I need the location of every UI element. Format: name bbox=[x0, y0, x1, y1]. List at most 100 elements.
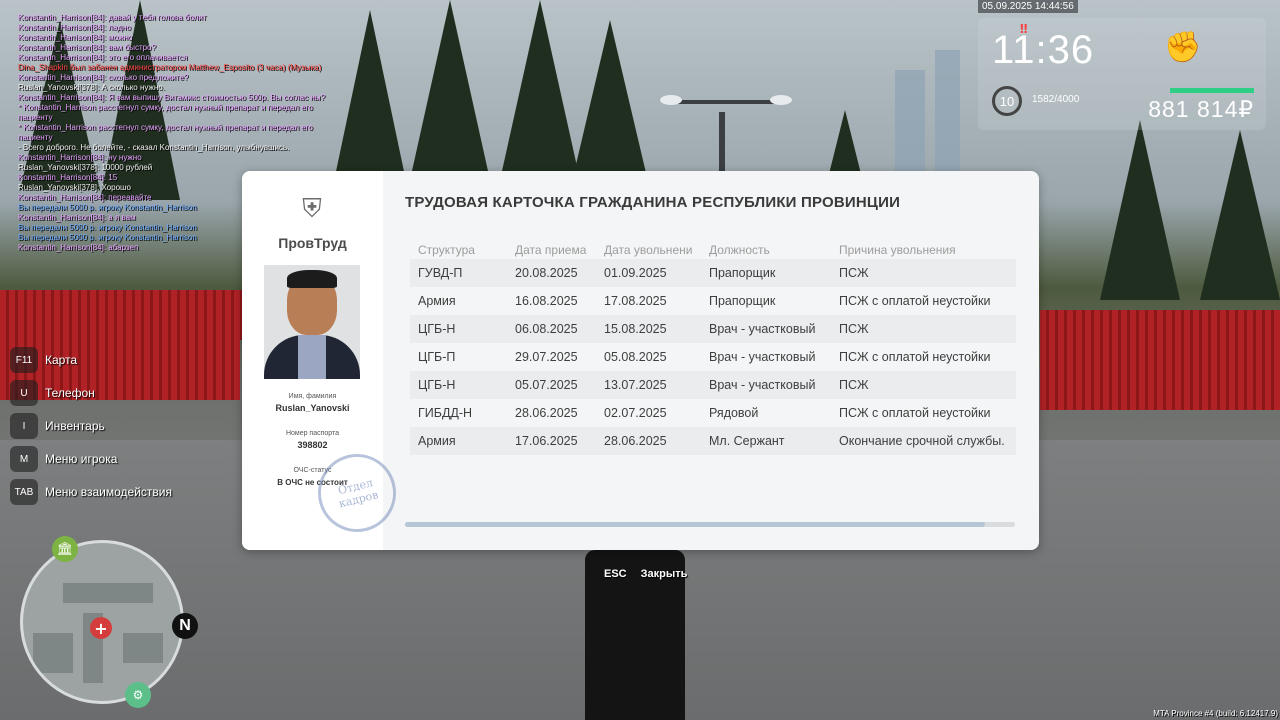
lamp-light bbox=[770, 95, 792, 105]
table-cell: ПСЖ bbox=[839, 266, 869, 280]
table-cell: 20.08.2025 bbox=[515, 266, 578, 280]
hospital-icon: + bbox=[90, 617, 112, 639]
lamp-light bbox=[660, 95, 682, 105]
passport-number: 398802 bbox=[297, 440, 328, 450]
table-cell: ПСЖ bbox=[839, 378, 869, 392]
table-cell: 15.08.2025 bbox=[604, 322, 667, 336]
chat-line: Dina_Shapkin был забанен администратором… bbox=[18, 63, 322, 72]
table-cell: 02.07.2025 bbox=[604, 406, 667, 420]
table-row: Армия 16.08.2025 17.08.2025 Прапорщик ПСЖ с … bbox=[410, 287, 1016, 315]
table-cell: Врач - участковый bbox=[709, 378, 816, 392]
table-cell: Прапорщик bbox=[709, 266, 776, 280]
table-cell: 29.07.2025 bbox=[515, 350, 578, 364]
table-cell: 17.08.2025 bbox=[604, 294, 667, 308]
table-cell: Врач - участковый bbox=[709, 350, 816, 364]
table-cell: Врач - участковый bbox=[709, 322, 816, 336]
emblem-icon: ⛨ bbox=[302, 194, 322, 224]
brand-name: ПровТруд bbox=[278, 235, 347, 251]
keybind-m[interactable]: M Меню игрока bbox=[10, 446, 172, 472]
table-cell: Прапорщик bbox=[709, 294, 776, 308]
chat-line: Konstantin_Harrison[84]: вам быстро? bbox=[18, 43, 156, 52]
column-header: Причина увольнения bbox=[839, 243, 956, 257]
table-cell: Армия bbox=[418, 294, 456, 308]
table-cell: ПСЖ bbox=[839, 322, 869, 336]
table-cell: ЦГБ-Н bbox=[418, 322, 456, 336]
datetime: 05.09.2025 14:44:56 bbox=[978, 0, 1078, 13]
chat-line: Konstantin_Harrison[84]: можно bbox=[18, 33, 133, 42]
table-cell: Армия bbox=[418, 434, 456, 448]
table-cell: 01.09.2025 bbox=[604, 266, 667, 280]
table-cell: ПСЖ с оплатой неустойки bbox=[839, 406, 991, 420]
close-label: Закрыть bbox=[640, 568, 688, 580]
keybind-label: Меню взаимодействия bbox=[45, 485, 172, 499]
table-cell: 17.06.2025 bbox=[515, 434, 578, 448]
keybind-u[interactable]: U Телефон bbox=[10, 380, 172, 406]
map-road bbox=[63, 583, 153, 603]
photo-shirt bbox=[298, 335, 326, 379]
keybind-label: Инвентарь bbox=[45, 419, 105, 433]
health-bar bbox=[1170, 88, 1254, 93]
keybind-label: Карта bbox=[45, 353, 78, 367]
clock: 11:36 bbox=[992, 28, 1095, 72]
table-cell: Рядовой bbox=[709, 406, 759, 420]
employment-table: Структура Дата приема Дата увольнени Дол… bbox=[410, 243, 1016, 455]
table-row: ГУВД-П 20.08.2025 01.09.2025 Прапорщик ПСЖ bbox=[410, 259, 1016, 287]
table-row: ЦГБ-Н 06.08.2025 15.08.2025 Врач - участков… bbox=[410, 315, 1016, 343]
keybind-label: Телефон bbox=[45, 386, 95, 400]
column-header: Дата приема bbox=[515, 243, 587, 257]
table-cell: ЦГБ-Н bbox=[418, 378, 456, 392]
column-header: Дата увольнени bbox=[604, 243, 693, 257]
chat-line: Konstantin_Harrison[84]: это его оплачив… bbox=[18, 53, 188, 62]
scrollbar-thumb[interactable] bbox=[405, 522, 985, 527]
keybind-i[interactable]: I Инвентарь bbox=[10, 413, 172, 439]
table-body[interactable]: ГУВД-П 20.08.2025 01.09.2025 Прапорщик ПСЖ Ар… bbox=[410, 259, 1016, 455]
chat-line: Konstantin_Harrison[84]: Я вам выпишу Ви… bbox=[18, 93, 325, 102]
map-building bbox=[33, 633, 73, 673]
citizen-photo bbox=[264, 265, 360, 379]
column-header: Структура bbox=[418, 243, 475, 257]
exp-counter: 1582/4000 bbox=[1032, 94, 1080, 105]
key-cap: I bbox=[10, 413, 38, 439]
hud-panel: 11:36 10 1582/4000 ✊ 881 814₽ bbox=[978, 18, 1266, 130]
chat-line: Konstantin_Harrison[84]: давай у тебя го… bbox=[18, 13, 207, 22]
tree bbox=[1100, 120, 1180, 300]
table-cell: 06.08.2025 bbox=[515, 322, 578, 336]
work-record-card: ⛨ ПровТруд Имя, фамилия Ruslan_Yanovski … bbox=[242, 171, 1039, 550]
table-cell: Мл. Сержант bbox=[709, 434, 785, 448]
keybind-tab[interactable]: TAB Меню взаимодействия bbox=[10, 479, 172, 505]
esc-key: ESC bbox=[604, 568, 627, 580]
table-cell: ПСЖ с оплатой неустойки bbox=[839, 294, 991, 308]
key-cap: U bbox=[10, 380, 38, 406]
chat-line: - Всего доброго. Не болейте, - сказал Ko… bbox=[18, 143, 290, 152]
distant-building bbox=[935, 50, 960, 180]
build-info: MTA Province #4 (build: 6.12417.9) bbox=[1153, 709, 1278, 718]
tree bbox=[500, 0, 580, 180]
table-cell: ГУВД-П bbox=[418, 266, 463, 280]
north-indicator: N bbox=[172, 613, 198, 639]
map-building bbox=[123, 633, 163, 663]
close-hint[interactable]: ESC Закрыть bbox=[600, 568, 687, 580]
money: 881 814₽ bbox=[1148, 96, 1254, 122]
table-cell: 05.07.2025 bbox=[515, 378, 578, 392]
chat-line: Konstantin_Harrison[84]: ладно bbox=[18, 23, 131, 32]
table-cell: Окончание срочной службы. bbox=[839, 434, 1005, 448]
table-row: ЦГБ-П 29.07.2025 05.08.2025 Врач - участков… bbox=[410, 343, 1016, 371]
table-cell: ЦГБ-П bbox=[418, 350, 456, 364]
key-cap: F11 bbox=[10, 347, 38, 373]
table-cell: ПСЖ с оплатой неустойки bbox=[839, 350, 991, 364]
table-cell: ГИБДД-Н bbox=[418, 406, 473, 420]
keybind-menu: F11 Карта U Телефон I Инвентарь M Меню игрока TA… bbox=[10, 347, 172, 512]
chat-line: Ruslan_Yanovski[378]: А сколько нужно. bbox=[18, 83, 165, 92]
table-cell: 16.08.2025 bbox=[515, 294, 578, 308]
level-badge: 10 bbox=[992, 86, 1022, 116]
key-cap: TAB bbox=[10, 479, 38, 505]
scrollbar[interactable] bbox=[405, 522, 1015, 527]
tree bbox=[570, 20, 650, 190]
photo-hair bbox=[287, 270, 337, 288]
table-row: ЦГБ-Н 05.07.2025 13.07.2025 Врач - участков… bbox=[410, 371, 1016, 399]
table-cell: 13.07.2025 bbox=[604, 378, 667, 392]
keybind-f11[interactable]: F11 Карта bbox=[10, 347, 172, 373]
distant-building bbox=[895, 70, 925, 180]
chat-line: * Konstantin_Harrison расстегнул сумку, … bbox=[18, 103, 316, 122]
red-fence bbox=[1040, 310, 1280, 410]
